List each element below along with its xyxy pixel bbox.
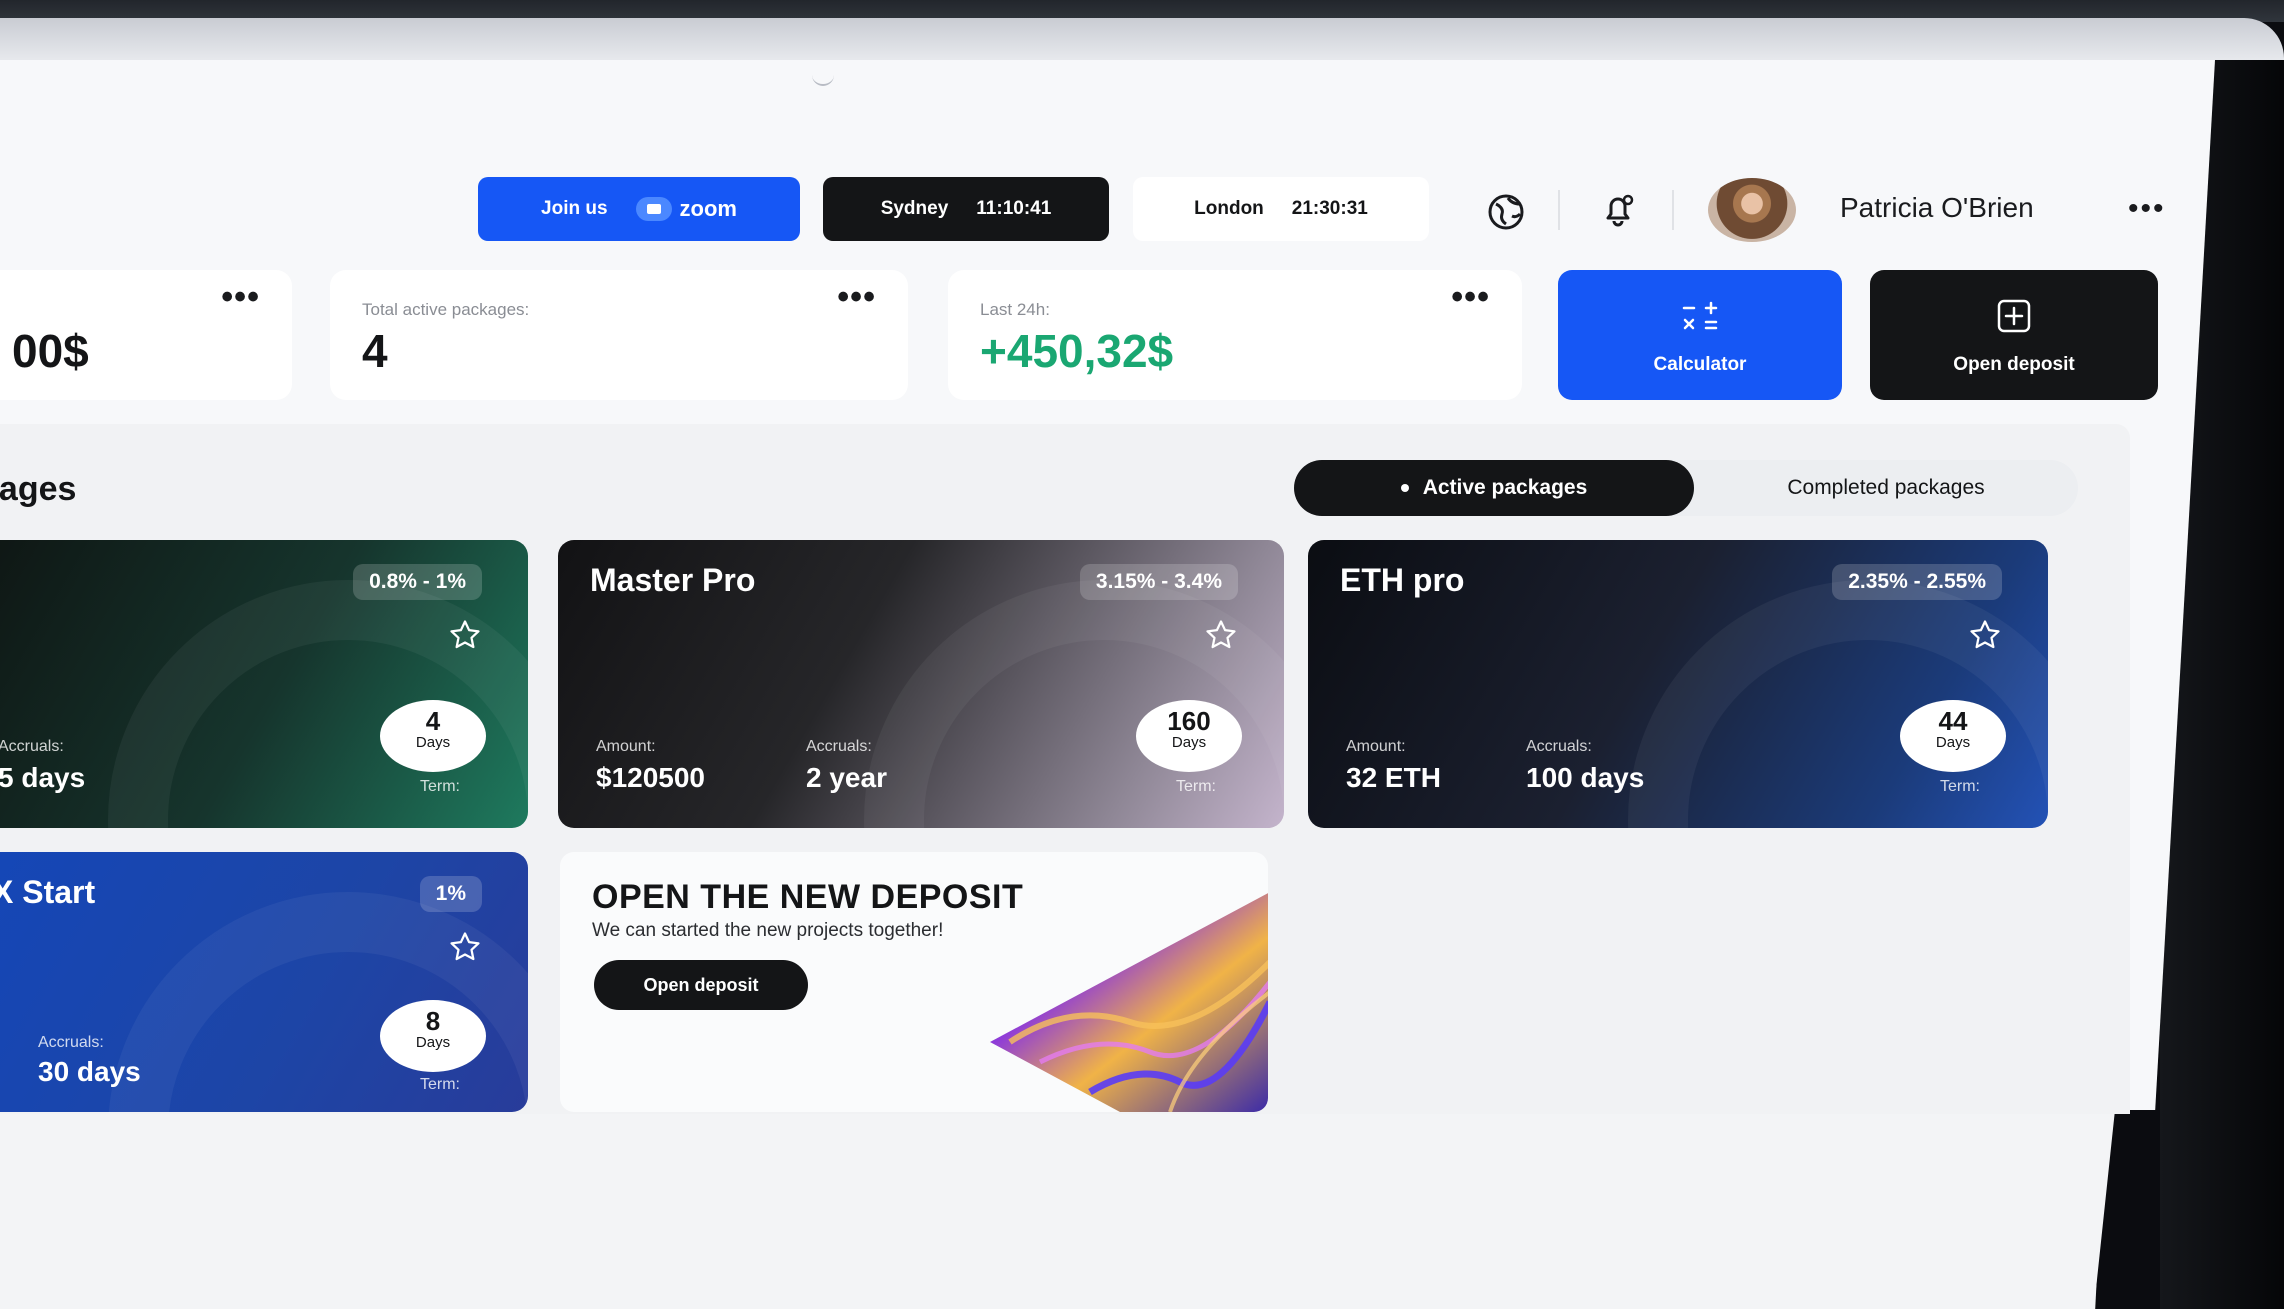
header-divider — [1558, 190, 1560, 230]
package-rate: 0.8% - 1% — [353, 564, 482, 600]
tab-label: Completed packages — [1787, 476, 1985, 499]
tab-active-packages[interactable]: Active packages — [1294, 460, 1694, 516]
term-days-unit: Days — [415, 734, 451, 751]
stat-card-last-24h: Last 24h: +450,32$ ••• — [948, 270, 1522, 400]
clock-city: Sydney — [880, 198, 949, 219]
term-days: 8 — [425, 1006, 441, 1036]
package-rate: 2.35% - 2.55% — [1832, 564, 2002, 600]
stat-label: Last 24h: — [980, 300, 1050, 319]
globe-icon[interactable] — [1486, 192, 1526, 232]
stat-card-balance: 00$ ••• — [0, 270, 292, 400]
promo-open-deposit-button[interactable]: Open deposit — [594, 960, 808, 1010]
term-days-unit: Days — [415, 1034, 451, 1051]
zoom-label: zoom — [679, 196, 737, 221]
zoom-logo: zoom — [635, 196, 737, 222]
term-days-badge: 8 Days — [380, 1000, 486, 1072]
term-days: 4 — [425, 706, 441, 736]
term-days: 44 — [1938, 706, 1968, 736]
term-days: 160 — [1167, 706, 1211, 736]
stat-menu-dots-icon[interactable]: ••• — [221, 278, 260, 317]
accruals-label: Accruals: — [0, 738, 64, 755]
accruals-value: 100 days — [1526, 762, 1645, 793]
plus-square-icon — [1997, 299, 2031, 333]
amount-value: $120500 — [596, 762, 706, 793]
term-days-badge: 44 Days — [1900, 700, 2006, 772]
promo-open-deposit: OPEN THE NEW DEPOSIT We can started the … — [560, 852, 1268, 1112]
package-rate: 1% — [419, 876, 482, 912]
clock-time: 11:10:41 — [976, 198, 1052, 219]
star-icon[interactable] — [448, 930, 482, 964]
amount-value: 32 ETH — [1346, 762, 1441, 793]
star-icon[interactable] — [1204, 618, 1238, 652]
stat-value: 4 — [362, 325, 388, 377]
device-bezel — [0, 18, 2284, 62]
clock-london[interactable]: London 21:30:31 — [1133, 177, 1429, 241]
accruals-label: Accruals: — [38, 1034, 104, 1051]
package-rate: 3.15% - 3.4% — [1079, 564, 1238, 600]
accruals-value: 5 days — [0, 762, 86, 793]
join-label: Join us — [541, 198, 608, 219]
term-days-unit: Days — [1935, 734, 1971, 751]
bell-icon[interactable] — [1598, 190, 1638, 230]
accruals-label: Accruals: — [806, 738, 872, 755]
tab-bullet-icon — [1400, 484, 1409, 492]
join-zoom-button[interactable]: Join us zoom — [478, 177, 800, 241]
amount-label: Amount: — [1346, 738, 1406, 755]
stat-value: 00$ — [12, 325, 89, 377]
avatar[interactable] — [1708, 178, 1796, 242]
term-label: Term: — [420, 778, 460, 795]
package-name: X Start — [0, 874, 96, 910]
open-deposit-button[interactable]: Open deposit — [1870, 270, 2158, 400]
calculator-icon — [1682, 301, 1718, 330]
term-days-badge: 4 Days — [380, 700, 486, 772]
calculator-label: Calculator — [1653, 354, 1747, 375]
open-deposit-label: Open deposit — [1953, 354, 2075, 375]
section-title: kages — [0, 470, 77, 508]
amount-label: Amount: — [596, 738, 656, 755]
term-label: Term: — [1176, 778, 1216, 795]
clock-sydney[interactable]: Sydney 11:10:41 — [823, 177, 1109, 241]
promo-title: OPEN THE NEW DEPOSIT — [592, 878, 1024, 916]
package-card[interactable]: X Start 1% Accruals: 30 days 8 Days Term… — [0, 852, 528, 1112]
header-divider — [1672, 190, 1674, 230]
calculator-button[interactable]: Calculator — [1558, 270, 1842, 400]
star-icon[interactable] — [448, 618, 482, 652]
stat-menu-dots-icon[interactable]: ••• — [837, 278, 876, 317]
term-label: Term: — [1940, 778, 1980, 795]
dashboard-footer-area — [0, 1110, 2115, 1309]
stat-card-active-packages: Total active packages: 4 ••• — [330, 270, 908, 400]
stat-value: +450,32$ — [980, 325, 1174, 377]
promo-button-label: Open deposit — [643, 974, 759, 995]
accruals-value: 30 days — [38, 1056, 141, 1087]
term-days-badge: 160 Days — [1136, 700, 1242, 772]
abstract-art-image — [990, 893, 1268, 1112]
stat-label: Total active packages: — [362, 300, 530, 319]
term-label: Term: — [420, 1076, 460, 1093]
package-card[interactable]: Master Pro 3.15% - 3.4% Amount: $120500 … — [558, 540, 1284, 828]
star-icon[interactable] — [1968, 618, 2002, 652]
stat-menu-dots-icon[interactable]: ••• — [1451, 278, 1490, 317]
term-days-unit: Days — [1171, 734, 1207, 751]
clock-city: London — [1194, 198, 1264, 219]
package-card[interactable]: ETH pro 2.35% - 2.55% Amount: 32 ETH Acc… — [1308, 540, 2048, 828]
tab-completed-packages[interactable]: Completed packages — [1694, 460, 2078, 516]
package-name: Master Pro — [590, 562, 756, 598]
promo-subtitle: We can started the new projects together… — [592, 920, 944, 941]
accruals-label: Accruals: — [1526, 738, 1592, 755]
user-name: Patricia O'Brien — [1840, 192, 2034, 223]
clock-time: 21:30:31 — [1291, 198, 1368, 219]
package-name: ETH pro — [1340, 562, 1465, 598]
zoom-camera-icon — [635, 197, 672, 221]
tab-label: Active packages — [1422, 476, 1588, 499]
package-card[interactable]: 0.8% - 1% Accruals: 5 days 4 Days Term: — [0, 540, 528, 828]
user-menu-dots-icon[interactable]: ••• — [2128, 192, 2166, 226]
accruals-value: 2 year — [806, 762, 887, 793]
